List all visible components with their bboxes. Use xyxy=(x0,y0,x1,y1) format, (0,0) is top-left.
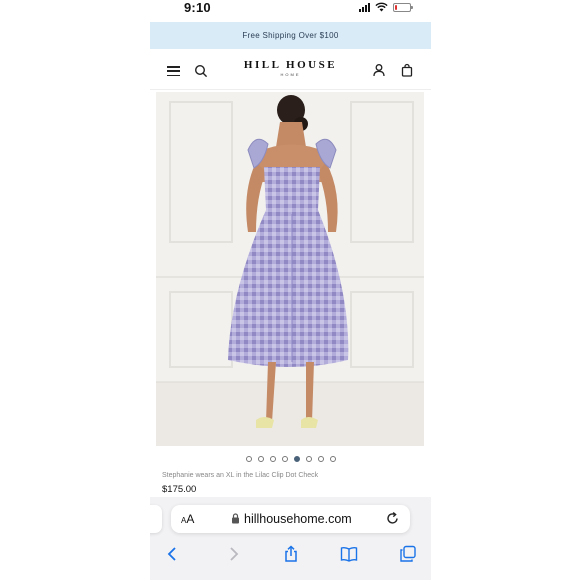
wifi-icon xyxy=(375,2,388,12)
phone-screen: 9:10 Free Shipping Over $100 HILL HOUSE xyxy=(150,0,431,580)
product-photo xyxy=(156,92,424,446)
tabs-icon[interactable] xyxy=(399,545,417,563)
url-text: hillhousehome.com xyxy=(244,512,352,526)
account-icon[interactable] xyxy=(372,63,386,77)
promo-banner[interactable]: Free Shipping Over $100 xyxy=(150,22,431,49)
logo-sub: HOME xyxy=(280,72,301,77)
carousel-dot[interactable] xyxy=(281,456,288,462)
status-icons xyxy=(359,2,413,12)
carousel-dot[interactable] xyxy=(257,456,264,462)
previous-tab-peek[interactable] xyxy=(150,505,162,533)
logo-main: HILL HOUSE xyxy=(243,59,338,71)
cellular-signal-icon xyxy=(359,2,370,12)
browser-toolbar xyxy=(150,545,431,563)
bookmarks-icon[interactable] xyxy=(340,545,358,563)
lock-icon xyxy=(232,513,239,524)
site-header: HILL HOUSE HOME xyxy=(150,52,431,90)
aa-large-letter: A xyxy=(186,512,195,526)
shopping-bag-icon[interactable] xyxy=(400,63,414,77)
carousel-dot[interactable] xyxy=(305,456,312,462)
promo-text: Free Shipping Over $100 xyxy=(242,31,339,40)
address-bar[interactable]: AA hillhousehome.com xyxy=(171,505,410,533)
product-image[interactable] xyxy=(156,92,424,446)
carousel-dot[interactable] xyxy=(317,456,324,462)
browser-chrome: AA hillhousehome.com xyxy=(150,497,431,580)
carousel-dot[interactable] xyxy=(269,456,276,462)
site-logo[interactable]: HILL HOUSE HOME xyxy=(150,59,431,77)
back-icon[interactable] xyxy=(164,545,182,563)
forward-icon[interactable] xyxy=(224,545,242,563)
carousel-dot[interactable] xyxy=(329,456,336,462)
carousel-dots xyxy=(150,456,431,462)
battery-level xyxy=(395,4,398,10)
share-icon[interactable] xyxy=(282,545,300,563)
carousel-dot[interactable] xyxy=(245,456,252,462)
carousel-dot[interactable] xyxy=(293,456,300,462)
status-time: 9:10 xyxy=(184,0,211,15)
status-bar: 9:10 xyxy=(150,0,431,20)
product-price: $175.00 xyxy=(162,484,197,495)
reload-icon[interactable] xyxy=(385,511,400,526)
reader-settings-button[interactable]: AA xyxy=(181,512,194,526)
product-caption: Stephanie wears an XL in the Lilac Clip … xyxy=(162,472,319,479)
battery-icon xyxy=(393,2,413,12)
